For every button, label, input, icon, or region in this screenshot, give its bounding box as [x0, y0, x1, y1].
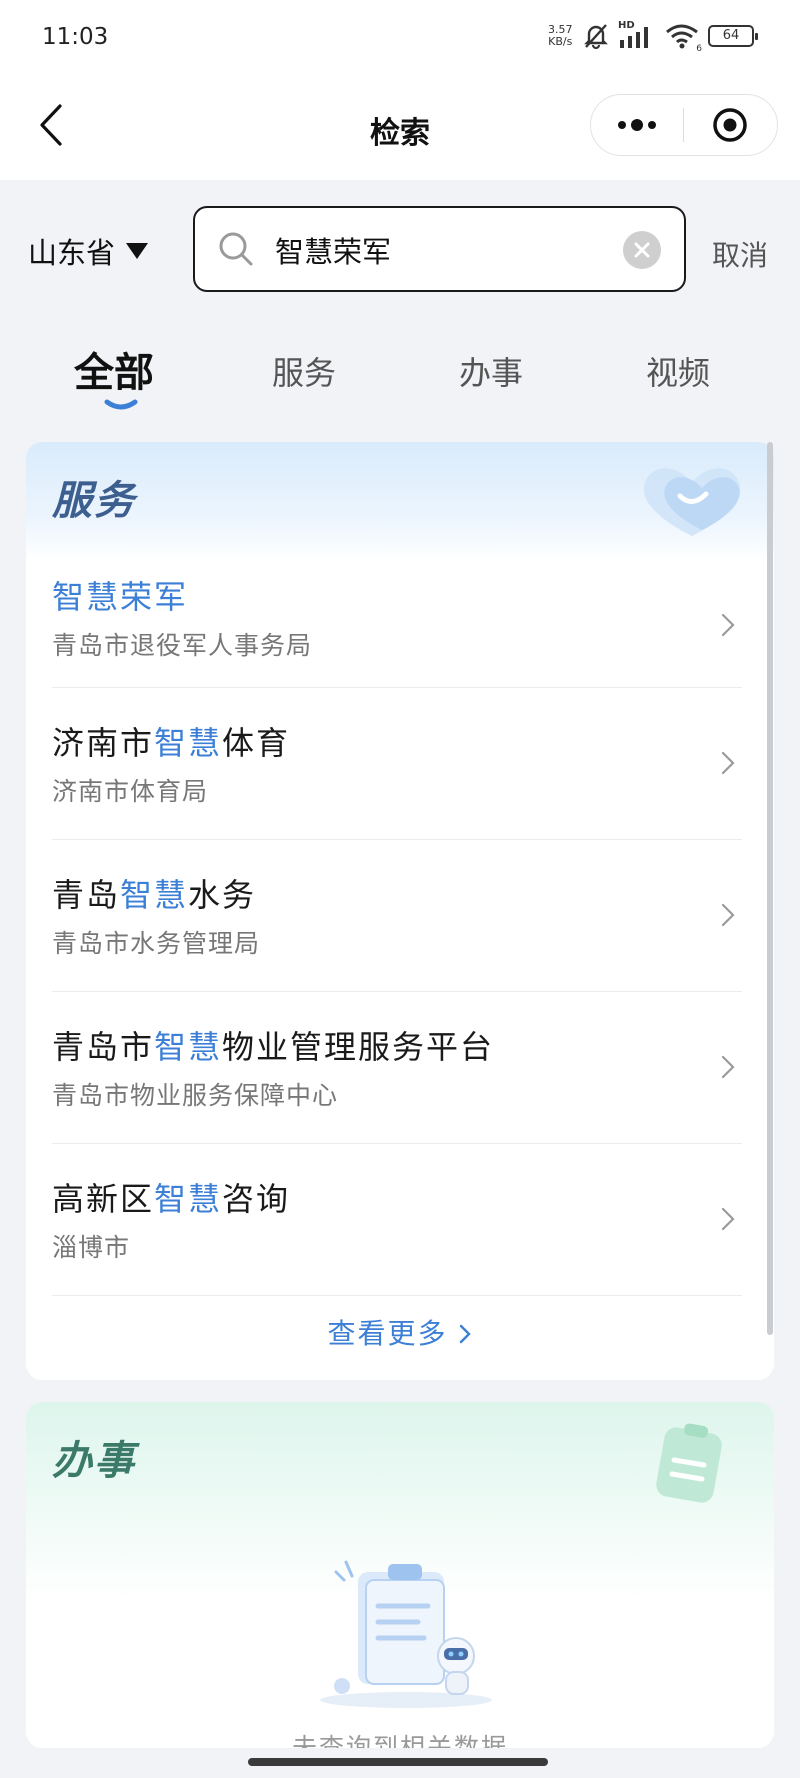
result-tabs: 全部 服务 办事 视频 — [0, 340, 800, 420]
list-item[interactable]: 青岛智慧水务 青岛市水务管理局 — [52, 840, 742, 992]
services-card: 服务 智慧荣军 青岛市退役军人事务局 济南市智慧体育 济南市体育局 青岛智慧水务… — [26, 442, 774, 1380]
triangle-down-icon — [126, 243, 149, 259]
home-indicator[interactable] — [248, 1758, 548, 1766]
chevron-right-icon — [721, 1055, 735, 1078]
more-button[interactable] — [591, 95, 683, 155]
result-title: 青岛市智慧物业管理服务平台 — [52, 1028, 495, 1066]
clear-icon — [634, 242, 650, 258]
tab-all[interactable]: 全部 — [74, 340, 154, 398]
tab-active-indicator — [104, 399, 138, 410]
wifi-icon: 6 — [664, 22, 702, 54]
search-input[interactable] — [275, 230, 595, 270]
mini-program-capsule — [590, 94, 778, 156]
result-title: 高新区智慧咨询 — [52, 1180, 291, 1218]
result-title: 青岛智慧水务 — [52, 876, 257, 914]
affairs-card-header: 办事 — [26, 1402, 774, 1708]
empty-state-illustration — [320, 1560, 492, 1708]
result-subtitle: 青岛市退役军人事务局 — [52, 631, 313, 660]
cancel-button[interactable]: 取消 — [712, 234, 768, 274]
chevron-right-icon — [721, 613, 735, 636]
list-item[interactable]: 高新区智慧咨询 淄博市 — [52, 1144, 742, 1296]
services-result-list: 智慧荣军 青岛市退役军人事务局 济南市智慧体育 济南市体育局 青岛智慧水务 青岛… — [52, 560, 742, 1296]
clear-search-button[interactable] — [623, 231, 661, 269]
status-bar: 11:03 3.57 KB/s HD 6 64 — [0, 0, 800, 80]
services-card-header: 服务 — [26, 442, 774, 560]
chevron-right-icon — [721, 751, 735, 774]
result-subtitle: 青岛市物业服务保障中心 — [52, 1081, 339, 1110]
bell-muted-icon — [584, 24, 608, 50]
result-title: 智慧荣军 — [52, 578, 189, 616]
tab-services[interactable]: 服务 — [272, 348, 336, 394]
chevron-right-icon — [721, 903, 735, 926]
heart-badge-icon — [643, 468, 741, 536]
status-icons: HD 6 64 — [582, 20, 758, 54]
affairs-card: 办事 未查询到相关数据 — [26, 1402, 774, 1748]
battery-icon: 64 — [708, 25, 758, 47]
tab-videos[interactable]: 视频 — [646, 348, 710, 394]
clipboard-badge-icon — [656, 1423, 722, 1503]
services-heading: 服务 — [52, 478, 136, 524]
affairs-heading: 办事 — [52, 1438, 136, 1484]
target-circle-icon — [713, 108, 748, 142]
list-item[interactable]: 青岛市智慧物业管理服务平台 青岛市物业服务保障中心 — [52, 992, 742, 1144]
chevron-right-icon — [460, 1324, 472, 1344]
more-dots-icon — [617, 119, 656, 131]
search-icon — [219, 232, 253, 266]
result-subtitle: 青岛市水务管理局 — [52, 929, 261, 958]
tab-affairs[interactable]: 办事 — [459, 348, 523, 394]
status-time: 11:03 — [42, 24, 109, 50]
region-select[interactable]: 山东省 — [28, 230, 149, 272]
network-speed: 3.57 KB/s — [548, 23, 573, 48]
list-item[interactable]: 智慧荣军 青岛市退役军人事务局 — [52, 560, 742, 688]
chevron-right-icon — [721, 1207, 735, 1230]
empty-state-text: 未查询到相关数据 — [291, 1733, 508, 1748]
scrollbar[interactable] — [767, 442, 773, 1335]
view-more-link[interactable]: 查看更多 — [26, 1312, 774, 1352]
search-box — [193, 206, 686, 292]
result-subtitle: 淄博市 — [52, 1233, 131, 1262]
result-subtitle: 济南市体育局 — [52, 777, 209, 806]
nav-bar: 检索 — [0, 80, 800, 180]
region-label: 山东省 — [28, 236, 116, 270]
list-item[interactable]: 济南市智慧体育 济南市体育局 — [52, 688, 742, 840]
result-title: 济南市智慧体育 — [52, 724, 291, 762]
close-miniprogram-button[interactable] — [684, 95, 778, 155]
cellular-signal-icon: HD — [618, 20, 656, 50]
